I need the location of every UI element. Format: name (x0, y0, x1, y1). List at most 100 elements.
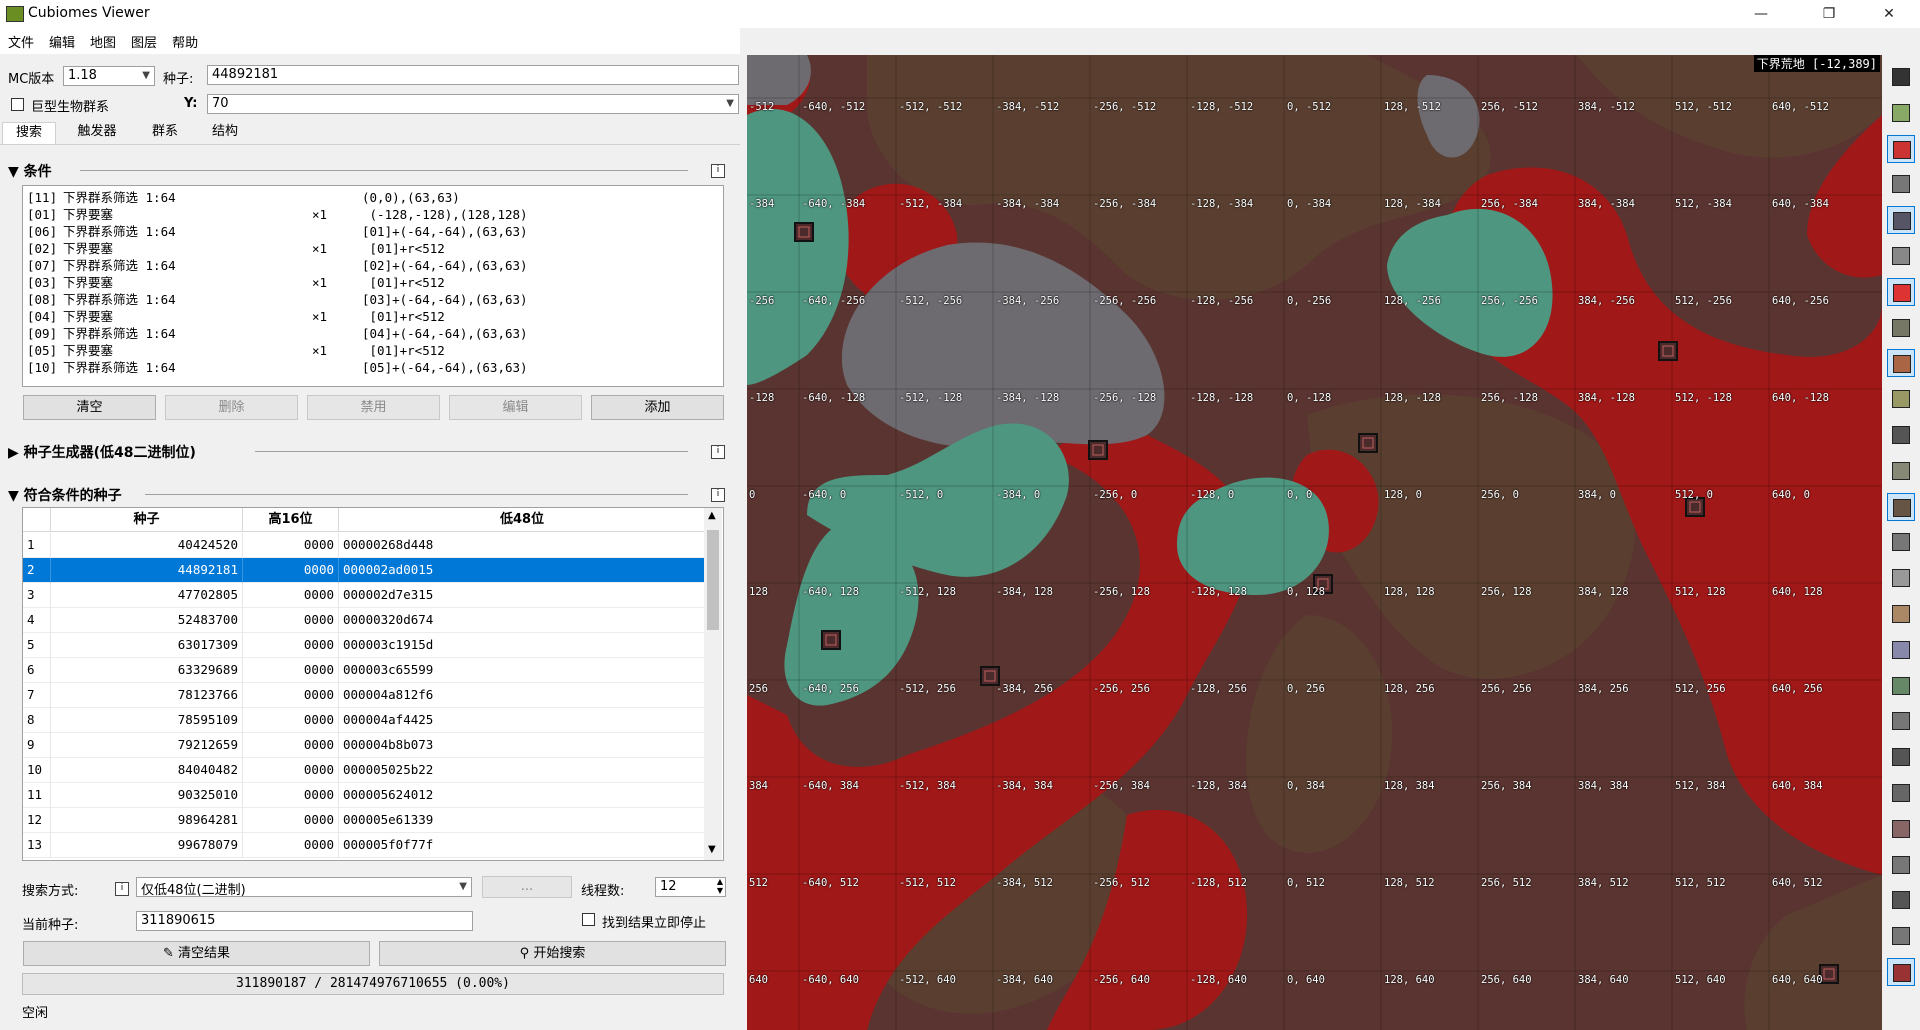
cave-toggle-button[interactable] (1887, 421, 1915, 449)
table-row[interactable]: 1 40424520 0000 00000268d448 (23, 533, 706, 558)
fortress-toggle-button[interactable] (1887, 492, 1915, 521)
clear-results-button[interactable]: ✎ 清空结果 (23, 941, 370, 966)
clear-conditions-button[interactable]: 清空 (23, 395, 156, 420)
seed-generator-header[interactable]: ▶ 种子生成器(低48二进制位) (8, 442, 196, 462)
village-toggle-button[interactable] (1887, 277, 1915, 306)
table-row[interactable]: 5 63017309 0000 000003c1915d (23, 633, 706, 658)
search-options-button[interactable]: ... (482, 876, 572, 898)
shipwreck-toggle-button[interactable] (1887, 779, 1915, 807)
menu-file[interactable]: 文件 (0, 28, 41, 51)
y-level-select[interactable]: 70 ▼ (207, 94, 739, 114)
edit-condition-button[interactable]: 编辑 (449, 395, 582, 420)
info-icon[interactable]: i (711, 164, 725, 178)
nether-biome-toggle-button[interactable] (1887, 134, 1915, 163)
fortress-marker (1088, 440, 1108, 460)
condition-row[interactable]: [06] 下界群系筛选 1:64 [01]+(-64,-64),(63,63) (27, 223, 717, 240)
condition-row[interactable]: [02] 下界要塞 ×1 [01]+r<512 (27, 240, 717, 257)
stone-toggle-button[interactable] (1887, 242, 1915, 270)
table-row[interactable]: 6 63329689 0000 000003c65599 (23, 658, 706, 683)
table-row[interactable]: 9 79212659 0000 000004b8b073 (23, 733, 706, 758)
table-row[interactable]: 10 84040482 0000 000005025b22 (23, 758, 706, 783)
tab-structures[interactable]: 结构 (198, 122, 252, 144)
threads-spinbox[interactable]: 12 ▲ ▼ (655, 877, 726, 897)
ocean-toggle-button[interactable] (1887, 170, 1915, 198)
map-coordinate-label: -384, 256 (996, 683, 1053, 695)
info-icon[interactable]: i (115, 882, 129, 896)
table-row[interactable]: 11 90325010 0000 000005624012 (23, 783, 706, 808)
monument-toggle-button[interactable] (1887, 457, 1915, 485)
maximize-button[interactable]: ❐ (1806, 2, 1852, 26)
sword-toggle-button[interactable] (1887, 922, 1915, 950)
map-coordinate-label: -512, 512 (899, 877, 956, 889)
column-header-low48[interactable]: 低48位 (339, 508, 706, 532)
table-row[interactable]: 8 78595109 0000 000004af4425 (23, 708, 706, 733)
results-table[interactable]: 种子 高16位 低48位 1 40424520 0000 00000268d448 2 4… (22, 507, 724, 861)
current-seed-input[interactable]: 311890615 (136, 911, 473, 931)
outpost-toggle-button[interactable] (1887, 349, 1915, 378)
results-scrollbar[interactable]: ▲ ▼ (704, 508, 722, 860)
column-header-seed[interactable]: 种子 (51, 508, 243, 532)
seed-input[interactable]: 44892181 (207, 65, 739, 85)
conditions-header[interactable]: ▼ 条件 (8, 161, 52, 181)
table-row[interactable]: 7 78123766 0000 000004a812f6 (23, 683, 706, 708)
scroll-down-icon[interactable]: ▼ (708, 844, 716, 855)
start-search-button[interactable]: ⚲ 开始搜索 (379, 941, 726, 966)
trail-toggle-button[interactable] (1887, 851, 1915, 879)
condition-row[interactable]: [08] 下界群系筛选 1:64 [03]+(-64,-64),(63,63) (27, 291, 717, 308)
close-button[interactable]: ✕ (1866, 2, 1912, 26)
condition-row[interactable]: [11] 下界群系筛选 1:64 (0,0),(63,63) (27, 189, 717, 206)
mc-version-select[interactable]: 1.18 ▼ (63, 66, 155, 86)
table-row[interactable]: 4 52483700 0000 00000320d674 (23, 608, 706, 633)
condition-row[interactable]: [03] 下界要塞 ×1 [01]+r<512 (27, 274, 717, 291)
condition-row[interactable]: [07] 下界群系筛选 1:64 [02]+(-64,-64),(63,63) (27, 257, 717, 274)
mansion-toggle-button[interactable] (1887, 600, 1915, 628)
menu-help[interactable]: 帮助 (164, 28, 205, 51)
table-row[interactable]: 2 44892181 0000 000002ad0015 (23, 558, 706, 583)
disable-condition-button[interactable]: 禁用 (307, 395, 440, 420)
info-icon[interactable]: i (711, 445, 725, 459)
info-icon[interactable]: i (711, 488, 725, 502)
condition-row[interactable]: [10] 下界群系筛选 1:64 [05]+(-64,-64),(63,63) (27, 359, 717, 376)
biome-map[interactable]: -512 -640, -512 -512, -512 -384, -512 -256, … (747, 55, 1882, 1030)
bastion-toggle-button[interactable] (1887, 886, 1915, 914)
table-row[interactable]: 13 99678079 0000 000005f0f77f (23, 833, 706, 858)
tab-biomes[interactable]: 群系 (138, 122, 192, 144)
grid-toggle-button[interactable] (1887, 206, 1915, 235)
mineshaft-toggle-button[interactable] (1887, 99, 1915, 127)
ruin-toggle-button[interactable] (1887, 528, 1915, 556)
gateway-toggle-button[interactable] (1887, 815, 1915, 843)
results-header[interactable]: ▼ 符合条件的种子 (8, 485, 122, 505)
table-row[interactable]: 3 47702805 0000 000002d7e315 (23, 583, 706, 608)
portal-toggle-button[interactable] (1887, 314, 1915, 342)
menu-layers[interactable]: 图层 (123, 28, 164, 51)
scrollbar-thumb[interactable] (707, 530, 719, 630)
move-toggle-button[interactable] (1887, 63, 1915, 91)
end-city-toggle-button[interactable] (1887, 636, 1915, 664)
table-row[interactable]: 12 98964281 0000 000005e61339 (23, 808, 706, 833)
map-coordinate-label: 384, 0 (1578, 489, 1616, 501)
menu-edit[interactable]: 编辑 (41, 28, 82, 51)
stop-on-result-checkbox[interactable] (582, 913, 595, 926)
condition-row[interactable]: [01] 下界要塞 ×1 (-128,-128),(128,128) (27, 206, 717, 223)
condition-row[interactable]: [05] 下界要塞 ×1 [01]+r<512 (27, 342, 717, 359)
minimize-button[interactable]: — (1738, 2, 1784, 26)
spin-arrows-icon[interactable]: ▲ ▼ (717, 877, 723, 895)
column-header-high16[interactable]: 高16位 (243, 508, 339, 532)
scroll-up-icon[interactable]: ▲ (708, 510, 716, 521)
ship-toggle-button[interactable] (1887, 707, 1915, 735)
temple-toggle-button[interactable] (1887, 385, 1915, 413)
igloo-toggle-button[interactable] (1887, 564, 1915, 592)
tab-triggers[interactable]: 触发器 (66, 122, 128, 144)
add-condition-button[interactable]: 添加 (591, 395, 724, 420)
condition-row[interactable]: [04] 下界要塞 ×1 [01]+r<512 (27, 308, 717, 325)
delete-condition-button[interactable]: 删除 (165, 395, 298, 420)
tab-search[interactable]: 搜索 (2, 122, 56, 144)
nether-fortress-toggle-button[interactable] (1887, 958, 1915, 986)
menu-map[interactable]: 地图 (82, 28, 123, 51)
search-mode-select[interactable]: 仅低48位(二进制) ▼ (136, 877, 472, 897)
ancient-city-toggle-button[interactable] (1887, 743, 1915, 771)
conditions-list[interactable]: [11] 下界群系筛选 1:64 (0,0),(63,63) [01] 下界要塞 ×1 (… (22, 185, 724, 387)
condition-row[interactable]: [09] 下界群系筛选 1:64 [04]+(-64,-64),(63,63) (27, 325, 717, 342)
swamp-toggle-button[interactable] (1887, 672, 1915, 700)
large-biomes-checkbox[interactable] (11, 98, 24, 111)
